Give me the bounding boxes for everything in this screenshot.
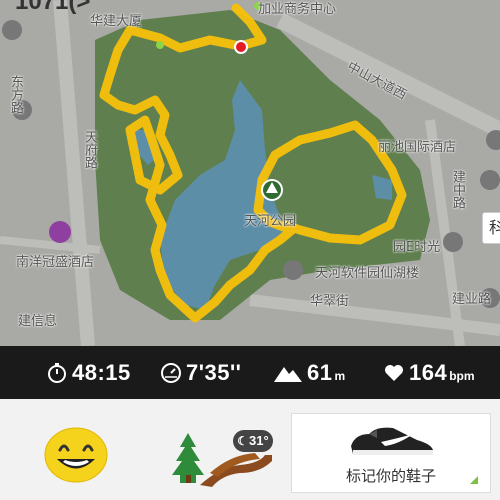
mountain-icon — [274, 366, 302, 382]
map-label-software: 天河软件园仙湖楼 — [315, 266, 420, 281]
duration-value: 48:15 — [72, 359, 131, 385]
pace-stat: 7'35'' — [160, 346, 241, 399]
mark-shoes-label: 标记你的鞋子 — [345, 467, 436, 485]
map-label-lijing: 丽池国际酒店 — [378, 140, 457, 155]
map-side-button[interactable]: 科 — [482, 212, 500, 244]
map-label-park: 天河公园 — [244, 214, 297, 229]
heart-rate-stat: 164 bpm — [383, 346, 475, 399]
heart-icon — [385, 364, 403, 381]
speedometer-icon — [161, 362, 181, 383]
map-label-business: 加业商务中心 — [258, 2, 337, 17]
map-label-nanyang: 南洋冠盛酒店 — [16, 255, 95, 270]
duration-stat: 48:15 — [46, 346, 131, 399]
map-label-huacui: 华翠街 — [310, 294, 350, 309]
moon-icon: ☾ — [237, 434, 249, 448]
map-label-jianye: 建业路 — [452, 292, 492, 307]
map-label-dongfang: 东方路 — [8, 75, 23, 114]
map-label-tianfu: 天府路 — [82, 130, 97, 169]
mark-shoes-button[interactable]: 标记你的鞋子 — [291, 413, 491, 493]
temperature-value: 31° — [249, 433, 269, 448]
workout-details-panel: ☾31° 标记你的鞋子 — [0, 399, 500, 500]
heart-rate-value: 164 — [409, 359, 448, 385]
corner-triangle-icon — [470, 476, 478, 484]
heart-rate-unit: bpm — [449, 368, 475, 383]
workout-time-title: 1071(> — [15, 0, 91, 15]
stopwatch-icon — [48, 362, 66, 383]
map-label-jianzhong: 建中路 — [450, 170, 465, 209]
elevation-stat: 61 m — [273, 346, 345, 399]
route-map[interactable]: 1071(> 华建大厦 加业商务中心 中山大道西 东方路 天府路 丽池国际酒店 … — [0, 0, 500, 346]
map-label-huajian: 华建大厦 — [90, 14, 143, 29]
pace-value: 7'35'' — [186, 359, 242, 385]
happy-face-icon[interactable] — [43, 426, 109, 484]
temperature-badge: ☾31° — [233, 430, 273, 452]
elevation-unit: m — [334, 368, 346, 383]
map-label-info: 建信息 — [18, 314, 58, 329]
running-shoe-icon — [351, 427, 433, 455]
stats-bar: 48:15 7'35'' 61 m 164 bpm — [0, 346, 500, 399]
map-label-rishi: 园E时光 — [393, 240, 441, 255]
elevation-value: 61 — [307, 359, 333, 385]
map-canvas — [0, 0, 500, 346]
